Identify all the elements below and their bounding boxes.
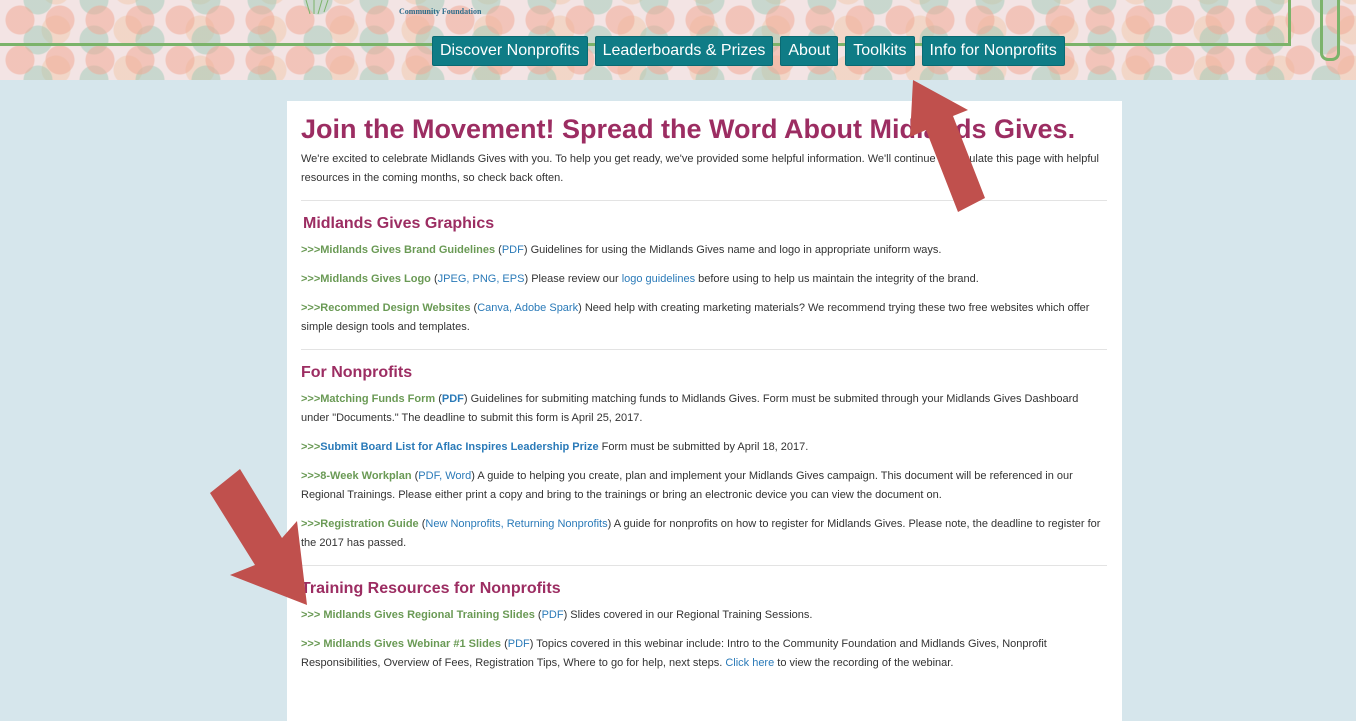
- webinar-recording-link[interactable]: Click here: [725, 657, 774, 669]
- list-item-workplan: >>>8-Week Workplan (PDF, Word) A guide t…: [301, 470, 1073, 501]
- item-text: before using to help us maintain the int…: [698, 273, 979, 285]
- nav-leaderboards-prizes[interactable]: Leaderboards & Prizes: [594, 36, 774, 66]
- list-item-design-websites: >>>Recommed Design Websites (Canva, Adob…: [301, 302, 1090, 333]
- divider: [301, 349, 1107, 350]
- nav-discover-nonprofits[interactable]: Discover Nonprofits: [432, 36, 588, 66]
- workplan-link[interactable]: PDF, Word: [418, 470, 471, 482]
- item-text: A guide to helping you create, plan and …: [301, 470, 1073, 501]
- item-prefix: >>>: [301, 441, 321, 453]
- header-line-vertical: [1288, 0, 1291, 46]
- brand-guidelines-pdf-link[interactable]: PDF: [502, 244, 524, 256]
- logo-sprig-icon: [305, 0, 329, 15]
- training-slides-pdf-link[interactable]: PDF: [542, 609, 564, 621]
- list-item-webinar-slides: >>> Midlands Gives Webinar #1 Slides (PD…: [301, 638, 1047, 669]
- item-prefix: >>>Midlands Gives Logo: [301, 273, 431, 285]
- item-text: Guidelines for using the Midlands Gives …: [530, 244, 942, 256]
- site-header: Community Foundation Discover Nonprofits…: [0, 0, 1356, 80]
- main-nav: Discover Nonprofits Leaderboards & Prize…: [432, 36, 1065, 66]
- logo-guidelines-link[interactable]: logo guidelines: [622, 273, 695, 285]
- list-item-matching-funds: >>>Matching Funds Form (PDF) Guidelines …: [301, 393, 1079, 424]
- list-item-brand-guidelines: >>>Midlands Gives Brand Guidelines (PDF)…: [301, 244, 942, 256]
- list-item-board-list: >>>Submit Board List for Aflac Inspires …: [301, 438, 1107, 457]
- webinar-slides-pdf-link[interactable]: PDF: [508, 638, 530, 650]
- item-text: Form must be submitted by April 18, 2017…: [601, 441, 809, 453]
- registration-guide-link[interactable]: New Nonprofits, Returning Nonprofits: [425, 518, 607, 530]
- list-item-training-slides: >>> Midlands Gives Regional Training Sli…: [301, 609, 813, 621]
- item-prefix: >>> Midlands Gives Webinar #1 Slides: [301, 638, 502, 650]
- arrow-pointing-training-icon: [210, 469, 307, 605]
- list-item-registration-guide: >>>Registration Guide (New Nonprofits, R…: [301, 518, 1101, 549]
- item-prefix: >>>Recommed Design Websites: [301, 302, 471, 314]
- section-title-for-nonprofits: For Nonprofits: [301, 364, 413, 381]
- header-mark-icon: [1320, 0, 1340, 61]
- logo-files-link[interactable]: JPEG, PNG, EPS: [438, 273, 525, 285]
- item-text: A guide for nonprofits on how to registe…: [301, 518, 1101, 549]
- item-prefix: >>>Midlands Gives Brand Guidelines: [301, 244, 496, 256]
- divider: [301, 565, 1107, 566]
- matching-funds-pdf-link[interactable]: PDF: [442, 393, 464, 405]
- section-title-training: Training Resources for Nonprofits: [301, 580, 561, 597]
- item-prefix: >>> Midlands Gives Regional Training Sli…: [301, 609, 535, 621]
- arrow-pointing-toolkits-icon: [910, 80, 985, 212]
- board-list-link[interactable]: Submit Board List for Aflac Inspires Lea…: [320, 441, 598, 453]
- logo-text[interactable]: Community Foundation: [399, 7, 481, 16]
- nav-info-for-nonprofits[interactable]: Info for Nonprofits: [921, 36, 1065, 66]
- item-text: Slides covered in our Regional Training …: [570, 609, 813, 621]
- item-text: to view the recording of the webinar.: [777, 657, 954, 669]
- item-prefix: >>>Matching Funds Form: [301, 393, 436, 405]
- nav-toolkits[interactable]: Toolkits: [845, 36, 915, 66]
- item-text: Please review our: [531, 273, 619, 285]
- list-item-logo: >>>Midlands Gives Logo (JPEG, PNG, EPS) …: [301, 273, 979, 285]
- nav-about[interactable]: About: [780, 36, 839, 66]
- design-websites-link[interactable]: Canva, Adobe Spark: [477, 302, 578, 314]
